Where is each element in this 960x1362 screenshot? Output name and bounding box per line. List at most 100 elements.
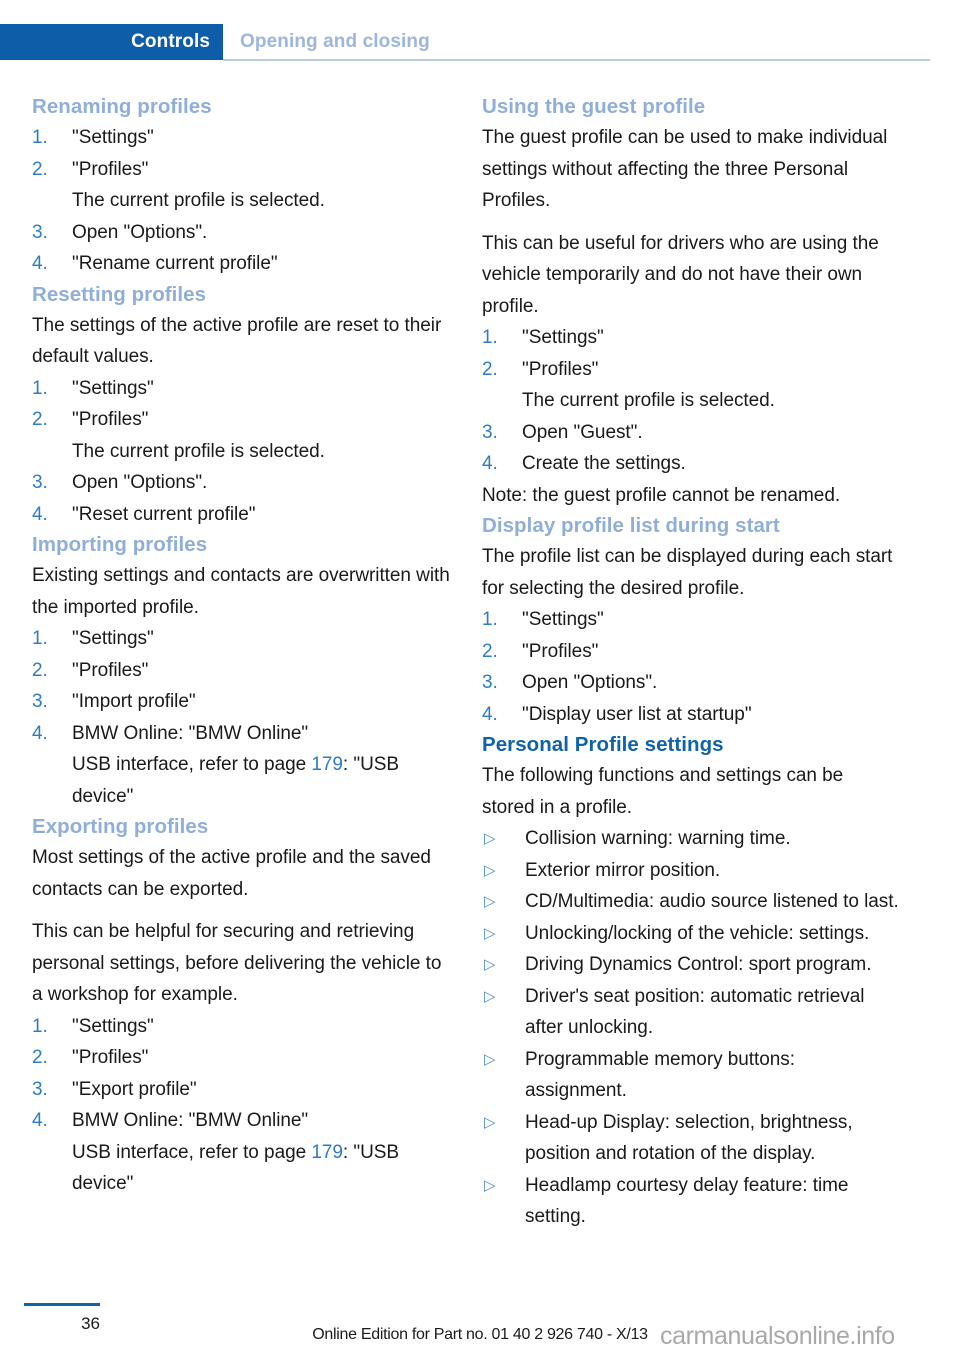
- step-number: 4.: [482, 453, 498, 474]
- list-item: ▷ Unlocking/locking of the vehicle: sett…: [482, 918, 900, 950]
- step-item: 3. Open "Options".: [32, 467, 450, 499]
- step-item: 4. "Reset current profile": [32, 499, 450, 531]
- right-column: Using the guest profile The guest profil…: [482, 92, 900, 1233]
- step-text: Open "Options".: [522, 672, 658, 693]
- step-number: 2.: [482, 358, 498, 380]
- step-text: "Settings": [72, 377, 154, 399]
- step-number: 3.: [482, 672, 498, 693]
- list-item-text: Programmable memory buttons: assignment.: [525, 1048, 795, 1102]
- step-number: 3.: [482, 421, 498, 443]
- list-item-text: Headlamp courtesy delay feature: time se…: [525, 1174, 849, 1228]
- step-number: 1.: [32, 628, 48, 649]
- step-text: "Settings": [522, 327, 604, 348]
- step-list: 1. "Settings" 2. "Profiles": [482, 322, 900, 385]
- step-item: 1. "Settings": [32, 122, 450, 154]
- header-chapter-tab: Controls: [0, 24, 223, 60]
- header-divider: [223, 59, 930, 61]
- usb-ref-prefix: USB interface, refer to page: [72, 754, 312, 775]
- step-list-continued: 3. Open "Options". 4. "Reset current pro…: [32, 467, 450, 530]
- step-item: 4. BMW Online: "BMW Online": [32, 1105, 450, 1137]
- step-item: 2. "Profiles": [32, 154, 450, 186]
- usb-ref-prefix: USB interface, refer to page: [72, 1141, 312, 1163]
- list-item-text: Collision warning: warning time.: [525, 828, 791, 849]
- step-number: 3.: [32, 472, 48, 493]
- step-number: 4.: [32, 253, 48, 274]
- step-text: "Settings": [522, 609, 604, 630]
- left-column: Renaming profiles 1. "Settings" 2. "Prof…: [32, 92, 450, 1200]
- section-exporting-profiles: Exporting profiles Most settings of the …: [32, 812, 450, 1200]
- step-text: "Settings": [72, 628, 154, 649]
- step-text: Open "Options".: [72, 221, 208, 243]
- step-text: "Export profile": [72, 1078, 197, 1100]
- list-item: ▷ Exterior mirror position.: [482, 855, 900, 887]
- step-text: Create the settings.: [522, 453, 686, 474]
- step-number: 1.: [482, 609, 498, 630]
- page-header: Controls Opening and closing: [0, 24, 960, 60]
- section-intro-1: The guest profile can be used to make in…: [482, 127, 888, 211]
- section-importing-profiles: Importing profiles Existing settings and…: [32, 530, 450, 812]
- step-item: 1. "Settings": [32, 373, 450, 405]
- section-resetting-profiles: Resetting profiles The settings of the a…: [32, 280, 450, 531]
- step-number: 1.: [482, 327, 498, 348]
- step-text: "Import profile": [72, 691, 196, 712]
- list-item-text: Driver's seat position: automatic retrie…: [525, 985, 865, 1039]
- triangle-right-icon: ▷: [484, 893, 496, 910]
- section-intro-2: This can be useful for drivers who are u…: [482, 232, 879, 317]
- list-item: ▷ Programmable memory buttons: assignmen…: [482, 1044, 900, 1107]
- step-number: 3.: [32, 691, 48, 712]
- page-reference-link[interactable]: 179: [311, 754, 343, 775]
- section-using-guest-profile: Using the guest profile The guest profil…: [482, 92, 900, 511]
- step-number: 4.: [32, 503, 48, 525]
- step-item: 3. Open "Guest".: [482, 417, 900, 449]
- step-list: 1. "Settings" 2. "Profiles": [32, 122, 450, 185]
- usb-reference-note: USB interface, refer to page 179: "USB d…: [32, 749, 450, 812]
- step-list-continued: 3. Open "Guest". 4. Create the settings.: [482, 417, 900, 480]
- step-text: "Profiles": [72, 158, 149, 180]
- step-item: 4. "Display user list at startup": [482, 699, 900, 731]
- step-text: Open "Guest".: [522, 421, 643, 443]
- section-display-profile-list: Display profile list during start The pr…: [482, 511, 900, 730]
- page-reference-link[interactable]: 179: [311, 1142, 343, 1163]
- step-item: 2. "Profiles": [32, 404, 450, 436]
- step-text: "Profiles": [522, 358, 599, 380]
- step-text: "Display user list at startup": [522, 703, 752, 725]
- list-item-text: CD/Multimedia: audio source listened to …: [525, 891, 899, 912]
- section-intro-1: Most settings of the active profile and …: [32, 847, 431, 900]
- step-item: 2. "Profiles": [32, 655, 450, 687]
- step-text: "Profiles": [72, 1047, 149, 1068]
- step-item: 1. "Settings": [482, 604, 900, 636]
- section-intro: The settings of the active profile are r…: [32, 314, 442, 368]
- triangle-right-icon: ▷: [484, 861, 496, 879]
- section-intro-2: This can be helpful for securing and ret…: [32, 921, 442, 1005]
- feature-bullet-list: ▷ Collision warning: warning time. ▷ Ext…: [482, 823, 900, 1233]
- triangle-right-icon: ▷: [484, 1113, 496, 1131]
- list-item-text: Driving Dynamics Control: sport program.: [525, 954, 872, 975]
- step-item: 4. BMW Online: "BMW Online": [32, 718, 450, 750]
- step-number: 1.: [32, 377, 48, 399]
- section-heading: Using the guest profile: [482, 95, 706, 118]
- section-heading-major: Personal Profile settings: [482, 733, 724, 756]
- step-text: "Profiles": [72, 409, 149, 430]
- step-text: "Profiles": [72, 659, 149, 681]
- step-text: "Settings": [72, 1015, 154, 1037]
- step-text: "Settings": [72, 127, 154, 148]
- step-text: "Rename current profile": [72, 253, 278, 274]
- step-item: 4. Create the settings.: [482, 448, 900, 480]
- section-heading: Exporting profiles: [32, 815, 209, 838]
- triangle-right-icon: ▷: [484, 956, 496, 973]
- step-number: 2.: [32, 158, 48, 180]
- list-item-text: Head-up Display: selection, brightness, …: [525, 1111, 853, 1165]
- step-text: "Profiles": [522, 640, 599, 662]
- step-number: 1.: [32, 1015, 48, 1037]
- step-item: 1. "Settings": [482, 322, 900, 354]
- step-subnote: The current profile is selected.: [72, 440, 325, 462]
- list-item-text: Exterior mirror position.: [525, 859, 721, 881]
- triangle-right-icon: ▷: [484, 1050, 496, 1068]
- step-subnote: The current profile is selected.: [522, 390, 775, 411]
- step-item: 3. "Import profile": [32, 686, 450, 718]
- list-item: ▷ Driver's seat position: automatic retr…: [482, 981, 900, 1044]
- step-text: "Reset current profile": [72, 503, 256, 525]
- step-list: 1. "Settings" 2. "Profiles" 3. "Export p…: [32, 1011, 450, 1137]
- section-intro: The profile list can be displayed during…: [482, 546, 893, 599]
- triangle-right-icon: ▷: [484, 924, 496, 942]
